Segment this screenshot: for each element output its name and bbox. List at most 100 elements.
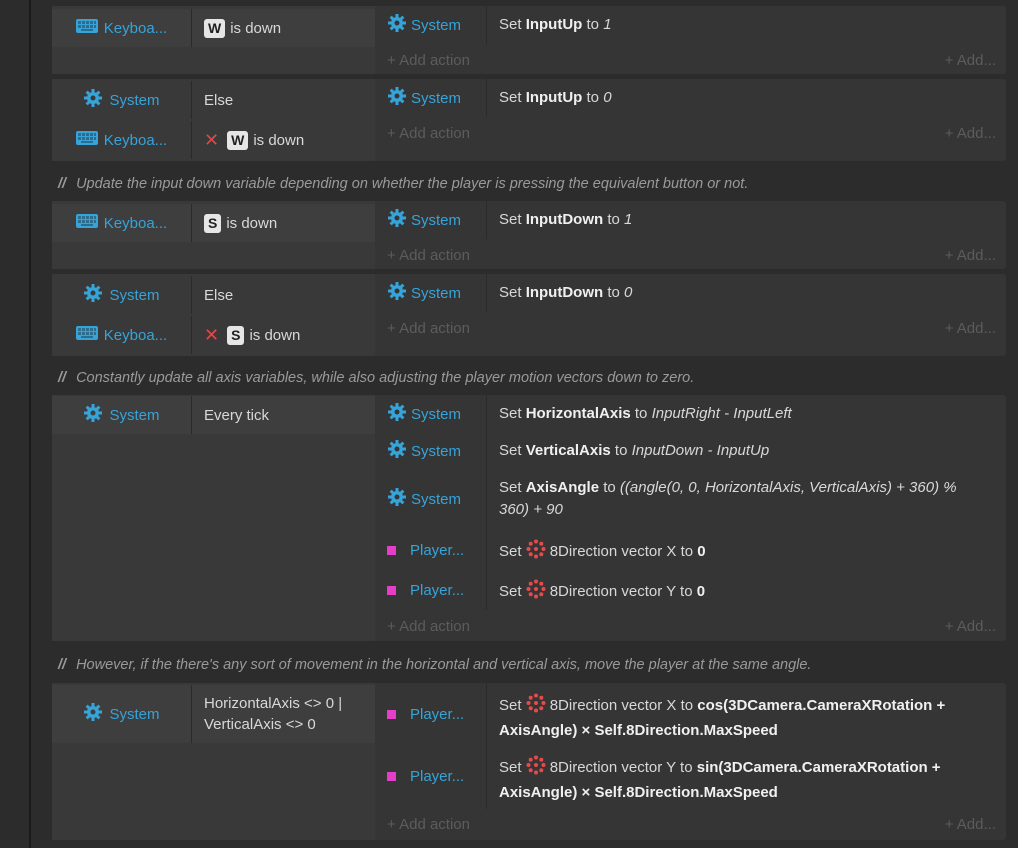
- event-comment[interactable]: //Update the input down variable dependi…: [58, 176, 748, 192]
- add-button[interactable]: + Add...: [945, 125, 996, 142]
- action-object[interactable]: System: [387, 209, 497, 231]
- action-row[interactable]: Player...: [387, 765, 497, 787]
- action-row[interactable]: System: [387, 440, 497, 462]
- event-block[interactable]: Keyboa... Sis down System Set InputDown …: [52, 201, 1006, 269]
- condition-row[interactable]: Keyboa... Wis down: [52, 9, 375, 47]
- event-block[interactable]: System HorizontalAxis <> 0 | VerticalAxi…: [52, 683, 1006, 840]
- action-divider: [486, 201, 487, 239]
- key-badge: S: [227, 325, 245, 345]
- player-sprite-icon: [387, 545, 396, 555]
- gear-icon: [387, 281, 407, 305]
- action-row[interactable]: System: [387, 488, 497, 510]
- condition-row[interactable]: Keyboa... ✕ Sis down: [52, 316, 375, 354]
- action-text: Set VerticalAxis to InputDown - InputUp: [499, 442, 770, 459]
- add-action-button[interactable]: + Add action: [387, 320, 470, 337]
- condition-object[interactable]: Keyboa...: [52, 121, 192, 159]
- add-action-button[interactable]: + Add action: [387, 52, 470, 69]
- player-sprite-icon: [387, 585, 396, 595]
- condition-row[interactable]: System Else: [52, 81, 375, 119]
- action-object[interactable]: System: [387, 14, 497, 36]
- player-sprite-icon: [387, 771, 396, 781]
- conditions-column: System Else Keyboa... ✕ Wis down: [52, 79, 375, 161]
- add-button[interactable]: + Add...: [945, 618, 996, 635]
- eight-direction-icon: [526, 579, 546, 606]
- action-row[interactable]: System: [387, 403, 497, 425]
- gear-icon: [387, 13, 407, 37]
- action-row[interactable]: Player...: [387, 579, 497, 601]
- action-text: Set 8Direction vector Y to 0: [499, 579, 989, 606]
- object-name: Keyboa...: [103, 19, 168, 37]
- action-text: Set HorizontalAxis to InputRight - Input…: [499, 405, 792, 422]
- add-action-button[interactable]: + Add action: [387, 247, 470, 264]
- invert-x-icon: ✕: [204, 129, 220, 150]
- add-button[interactable]: + Add...: [945, 816, 996, 833]
- gear-icon: [83, 403, 103, 427]
- event-comment[interactable]: //Constantly update all axis variables, …: [58, 370, 694, 386]
- condition-row[interactable]: Keyboa... Sis down: [52, 204, 375, 242]
- condition-row[interactable]: System HorizontalAxis <> 0 | VerticalAxi…: [52, 685, 375, 743]
- add-action-button[interactable]: + Add action: [387, 125, 470, 142]
- action-object[interactable]: Player...: [387, 765, 497, 787]
- condition-object[interactable]: System: [52, 81, 192, 119]
- action-row[interactable]: System: [387, 282, 497, 304]
- keyboard-icon: [75, 19, 98, 37]
- conditions-column: System HorizontalAxis <> 0 | VerticalAxi…: [52, 683, 375, 840]
- eight-direction-icon: [526, 539, 546, 566]
- add-button[interactable]: + Add...: [945, 247, 996, 264]
- player-sprite-icon: [387, 709, 396, 719]
- indent-line: [29, 0, 31, 848]
- action-divider: [486, 274, 487, 312]
- condition-object[interactable]: Keyboa...: [52, 9, 192, 47]
- add-button[interactable]: + Add...: [945, 320, 996, 337]
- condition-object[interactable]: System: [52, 396, 192, 434]
- event-block[interactable]: System Else Keyboa... ✕ Sis down System S…: [52, 274, 1006, 356]
- condition-row[interactable]: System Every tick: [52, 396, 375, 434]
- event-block[interactable]: System Else Keyboa... ✕ Wis down System S…: [52, 79, 1006, 161]
- event-comment[interactable]: //However, if the there's any sort of mo…: [58, 657, 811, 673]
- keyboard-icon: [75, 326, 98, 344]
- comment-marker: //: [58, 176, 67, 192]
- condition-text: ✕ Wis down: [204, 129, 305, 150]
- action-object[interactable]: Player...: [387, 579, 497, 601]
- gear-icon: [83, 283, 103, 307]
- conditions-column: Keyboa... Sis down: [52, 201, 375, 269]
- action-object[interactable]: System: [387, 488, 497, 510]
- condition-object[interactable]: Keyboa...: [52, 204, 192, 242]
- action-object[interactable]: System: [387, 440, 497, 462]
- condition-object[interactable]: System: [52, 276, 192, 314]
- eight-direction-icon: [526, 755, 546, 782]
- action-object[interactable]: System: [387, 282, 497, 304]
- condition-row[interactable]: System Else: [52, 276, 375, 314]
- action-object[interactable]: System: [387, 87, 497, 109]
- condition-text: Every tick: [204, 406, 270, 424]
- action-row[interactable]: System: [387, 14, 497, 36]
- add-button[interactable]: + Add...: [945, 52, 996, 69]
- add-action-button[interactable]: + Add action: [387, 816, 470, 833]
- condition-object[interactable]: Keyboa...: [52, 316, 192, 354]
- conditions-column: System Every tick: [52, 395, 375, 641]
- condition-text: Else: [204, 91, 234, 109]
- condition-text: Wis down: [192, 18, 281, 39]
- action-text: Set InputUp to 0: [499, 89, 612, 106]
- event-block[interactable]: System Every tick System Set HorizontalA…: [52, 395, 1006, 641]
- gear-icon: [387, 208, 407, 232]
- action-text: Set InputDown to 0: [499, 284, 633, 301]
- action-object[interactable]: System: [387, 403, 497, 425]
- comment-marker: //: [58, 657, 67, 673]
- action-row[interactable]: System: [387, 87, 497, 109]
- gear-icon: [83, 702, 103, 726]
- action-row[interactable]: Player...: [387, 703, 497, 725]
- add-action-button[interactable]: + Add action: [387, 618, 470, 635]
- key-badge: W: [227, 130, 249, 150]
- condition-object[interactable]: System: [52, 685, 192, 743]
- action-row[interactable]: Player...: [387, 539, 497, 561]
- event-block[interactable]: Keyboa... Wis down System Set InputUp to…: [52, 6, 1006, 74]
- action-object[interactable]: Player...: [387, 703, 497, 725]
- action-divider: [486, 6, 487, 44]
- action-row[interactable]: System: [387, 209, 497, 231]
- action-text: Set 8Direction vector Y to sin(3DCamera.…: [499, 755, 989, 804]
- gear-icon: [387, 86, 407, 110]
- condition-row[interactable]: Keyboa... ✕ Wis down: [52, 121, 375, 159]
- action-object[interactable]: Player...: [387, 539, 497, 561]
- gear-icon: [387, 402, 407, 426]
